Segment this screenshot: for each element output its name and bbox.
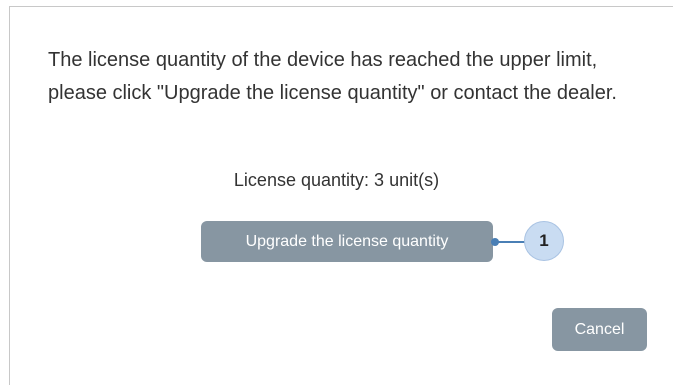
license-quantity-label: License quantity: <box>233 170 370 190</box>
cancel-button[interactable]: Cancel <box>552 308 647 351</box>
limit-message: The license quantity of the device has r… <box>48 49 617 104</box>
license-quantity-unit: unit(s) <box>389 170 440 190</box>
callout-badge: 1 <box>524 221 564 261</box>
license-quantity-value: 3 <box>374 170 385 190</box>
callout-connector-dot <box>491 238 499 246</box>
upgrade-license-button[interactable]: Upgrade the license quantity <box>201 221 493 262</box>
license-quantity-line: License quantity: 3 unit(s) <box>0 168 673 192</box>
